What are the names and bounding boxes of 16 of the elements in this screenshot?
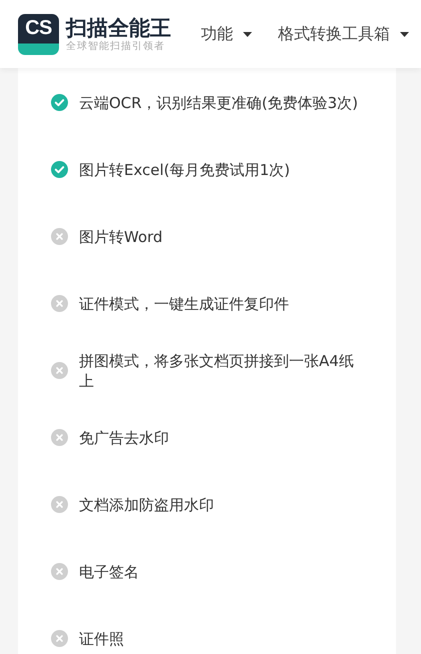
feature-text: 电子签名 [79,562,139,582]
nav-menu[interactable]: 格式转换工具箱 [278,24,409,44]
feature-text: 证件照 [79,628,124,648]
brand-title: 扫描全能王 [66,16,171,40]
feature-text: 免广告去水印 [79,428,169,448]
brand-tagline: 全球智能扫描引领者 [66,40,166,52]
logo-icon: CS [18,14,59,54]
nav-menu[interactable]: 功能 [201,24,252,44]
caret-icon [243,32,252,36]
feature-text: 证件模式，一键生成证件复印件 [79,294,289,314]
feature-text: 拼图模式，将多张文档页拼接到一张A4纸上 [79,350,355,390]
caret-icon [400,32,409,36]
feature-text: 图片转Word [79,226,163,246]
feature-text: 图片转Excel(每月免费试用1次) [79,160,290,180]
feature-text: 云端OCR，识别结果更准确(免费体验3次) [79,92,358,112]
feature-text: 文档添加防盗用水印 [79,494,214,514]
